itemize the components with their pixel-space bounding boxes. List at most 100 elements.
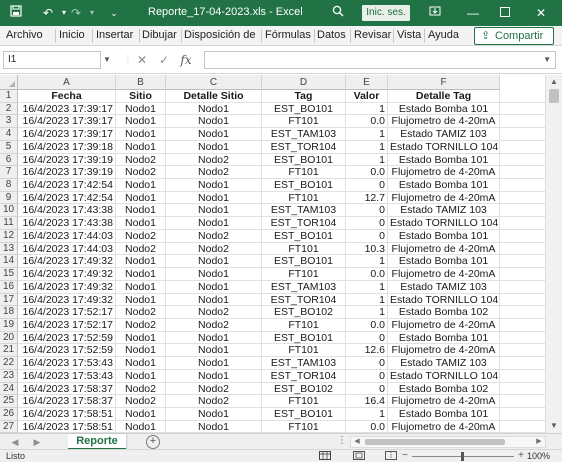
tab-archivo[interactable]: Archivo <box>6 29 43 41</box>
minimize-button[interactable]: — <box>462 3 484 23</box>
cell-col-d[interactable]: EST_TAM103 <box>262 128 346 141</box>
cell-col-b[interactable]: Nodo2 <box>116 306 166 319</box>
tab-insertar[interactable]: Insertar <box>96 29 133 41</box>
cell-col-f[interactable]: Estado Bomba 101 <box>388 153 500 167</box>
cell-col-c[interactable]: Nodo1 <box>166 128 262 141</box>
cell-col-e[interactable]: 0.0 <box>346 420 388 433</box>
header-cell-col-e[interactable]: Valor <box>346 90 388 103</box>
redo-dropdown-icon[interactable]: ▾ <box>84 5 100 21</box>
row-header[interactable]: 27 <box>0 420 18 433</box>
cell-col-c[interactable]: Nodo1 <box>166 255 262 269</box>
cell-empty[interactable] <box>500 154 545 167</box>
tab-vista[interactable]: Vista <box>397 29 421 41</box>
row-header[interactable]: 7 <box>0 166 18 180</box>
cell-col-a[interactable]: 16/4/2023 17:58:51 <box>18 408 116 421</box>
cell-col-d[interactable]: EST_BO101 <box>262 153 346 167</box>
header-cell-col-f[interactable]: Detalle Tag <box>388 90 500 103</box>
cell-col-b[interactable]: Nodo1 <box>116 217 166 230</box>
cell-col-a[interactable]: 16/4/2023 17:52:59 <box>18 344 116 358</box>
cell-col-a[interactable]: 16/4/2023 17:39:17 <box>18 102 116 116</box>
cell-col-b[interactable]: Nodo2 <box>116 242 166 256</box>
row-header[interactable]: 26 <box>0 408 18 421</box>
cell-col-b[interactable]: Nodo1 <box>116 408 166 421</box>
name-box[interactable]: I1 <box>3 51 101 69</box>
cell-col-f[interactable]: Flujometro de 4-20mA <box>388 268 500 281</box>
row-header[interactable]: 3 <box>0 115 18 129</box>
save-icon[interactable] <box>8 5 24 21</box>
cell-empty[interactable] <box>500 281 545 294</box>
redo-icon[interactable]: ↷ <box>68 5 84 21</box>
cell-col-c[interactable]: Nodo1 <box>166 102 262 116</box>
cell-col-b[interactable]: Nodo2 <box>116 395 166 408</box>
cell-empty[interactable] <box>500 306 545 319</box>
cell-col-a[interactable]: 16/4/2023 17:42:54 <box>18 179 116 192</box>
cell-col-d[interactable]: EST_BO101 <box>262 255 346 269</box>
cell-col-b[interactable]: Nodo1 <box>116 179 166 192</box>
row-header[interactable]: 20 <box>0 331 18 345</box>
cell-col-c[interactable]: Nodo2 <box>166 166 262 180</box>
row-header[interactable]: 6 <box>0 153 18 167</box>
cell-col-e[interactable]: 1 <box>346 306 388 319</box>
row-header[interactable]: 4 <box>0 128 18 141</box>
cell-col-e[interactable]: 0 <box>346 369 388 383</box>
cell-col-c[interactable]: Nodo2 <box>166 306 262 319</box>
cell-empty[interactable] <box>500 217 545 230</box>
cell-col-a[interactable]: 16/4/2023 17:58:37 <box>18 395 116 408</box>
cell-col-b[interactable]: Nodo2 <box>116 229 166 243</box>
header-cell-col-a[interactable]: Fecha <box>18 90 116 103</box>
cell-col-b[interactable]: Nodo1 <box>116 357 166 370</box>
cell-col-e[interactable]: 0.0 <box>346 115 388 129</box>
cell-col-f[interactable]: Estado TAMIZ 103 <box>388 280 500 294</box>
cell-col-b[interactable]: Nodo1 <box>116 420 166 433</box>
cell-col-e[interactable]: 0 <box>346 217 388 230</box>
cell-empty[interactable] <box>500 357 545 370</box>
cell-col-a[interactable]: 16/4/2023 17:49:32 <box>18 268 116 281</box>
tab-ayuda[interactable]: Ayuda <box>428 29 459 41</box>
cell-empty[interactable] <box>500 128 545 141</box>
row-header[interactable]: 25 <box>0 395 18 408</box>
header-cell-col-d[interactable]: Tag <box>262 90 346 103</box>
zoom-in-icon[interactable]: + <box>516 450 526 462</box>
cell-col-b[interactable]: Nodo1 <box>116 280 166 294</box>
cell-col-e[interactable]: 0 <box>346 331 388 345</box>
cell-empty[interactable] <box>500 243 545 256</box>
cell-col-d[interactable]: EST_TOR104 <box>262 217 346 230</box>
cell-empty[interactable] <box>500 115 545 129</box>
row-header[interactable]: 10 <box>0 204 18 218</box>
cell-col-f[interactable]: Estado TORNILLO 104 <box>388 369 500 383</box>
cell-col-a[interactable]: 16/4/2023 17:58:37 <box>18 382 116 396</box>
cell-empty[interactable] <box>500 421 545 433</box>
cell-col-f[interactable]: Estado TAMIZ 103 <box>388 357 500 370</box>
row-header[interactable]: 17 <box>0 293 18 307</box>
cell-col-a[interactable]: 16/4/2023 17:52:59 <box>18 331 116 345</box>
cell-col-f[interactable]: Estado TORNILLO 104 <box>388 293 500 307</box>
cell-col-f[interactable]: Flujometro de 4-20mA <box>388 318 500 332</box>
cell-col-c[interactable]: Nodo1 <box>166 369 262 383</box>
cell-col-c[interactable]: Nodo1 <box>166 268 262 281</box>
cell-col-d[interactable]: EST_TOR104 <box>262 293 346 307</box>
cell-empty[interactable] <box>500 230 545 243</box>
sheet-tab-reporte[interactable]: Reporte <box>68 434 126 450</box>
cell-col-e[interactable]: 12.6 <box>346 344 388 358</box>
horizontal-scrollbar[interactable]: ◀ ▶ <box>350 436 546 448</box>
cell-col-d[interactable]: EST_TAM103 <box>262 204 346 218</box>
cell-col-b[interactable]: Nodo2 <box>116 166 166 180</box>
cell-col-b[interactable]: Nodo2 <box>116 318 166 332</box>
zoom-level[interactable]: 100% <box>527 451 550 461</box>
row-header[interactable]: 11 <box>0 217 18 230</box>
cell-col-a[interactable]: 16/4/2023 17:53:43 <box>18 369 116 383</box>
column-header-e[interactable]: E <box>346 75 388 90</box>
cell-col-d[interactable]: FT101 <box>262 166 346 180</box>
cell-empty[interactable] <box>500 204 545 218</box>
cell-col-b[interactable]: Nodo1 <box>116 268 166 281</box>
cell-col-d[interactable]: FT101 <box>262 420 346 433</box>
select-all-button[interactable] <box>0 75 18 90</box>
cell-empty[interactable] <box>500 103 545 116</box>
cell-col-b[interactable]: Nodo2 <box>116 153 166 167</box>
cell-col-a[interactable]: 16/4/2023 17:39:17 <box>18 128 116 141</box>
row-header[interactable]: 16 <box>0 280 18 294</box>
cell-col-c[interactable]: Nodo2 <box>166 395 262 408</box>
sheet-tabs-split-icon[interactable]: ⋮ <box>337 435 347 446</box>
cell-col-e[interactable]: 1 <box>346 140 388 154</box>
cell-col-f[interactable]: Flujometro de 4-20mA <box>388 242 500 256</box>
